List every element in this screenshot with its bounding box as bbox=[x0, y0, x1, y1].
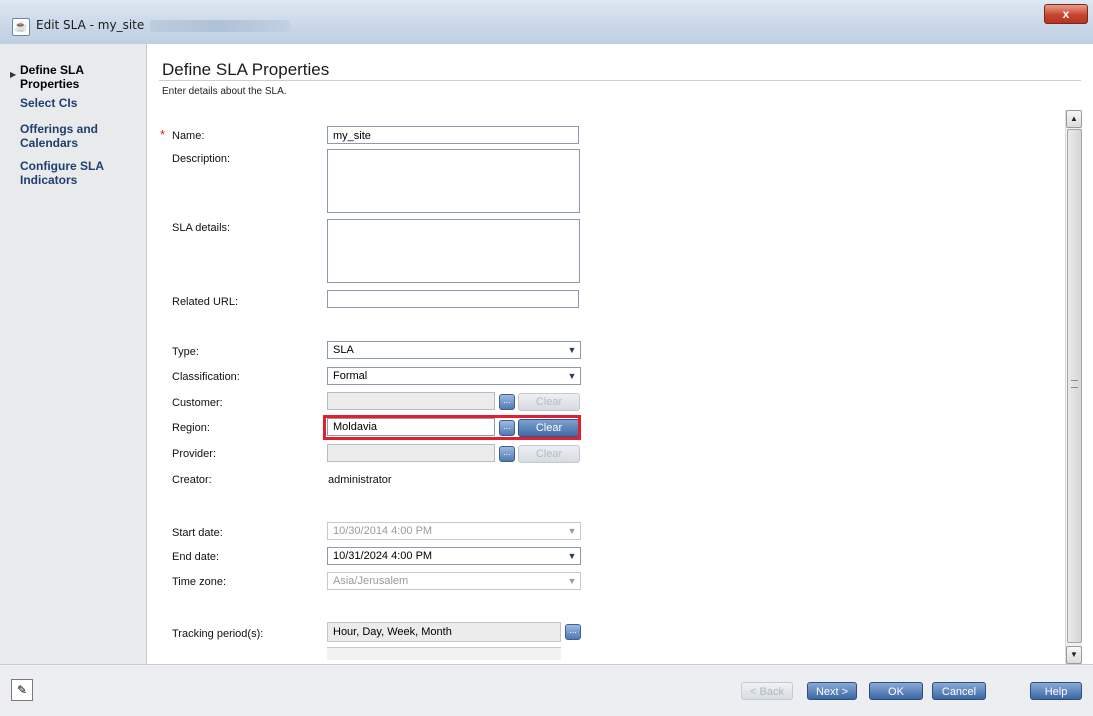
end-date-value: 10/31/2024 4:00 PM bbox=[333, 550, 433, 562]
end-date-label: End date: bbox=[172, 551, 220, 563]
customer-browse-button[interactable]: ... bbox=[499, 394, 515, 410]
provider-clear-button[interactable]: Clear bbox=[518, 445, 580, 463]
required-marker: * bbox=[160, 127, 166, 142]
chevron-down-icon: ▼ bbox=[567, 526, 577, 536]
title-divider bbox=[159, 80, 1081, 81]
customer-field bbox=[327, 392, 495, 410]
java-app-icon: ☕ bbox=[12, 18, 30, 36]
sidebar-item-label-line1: Define SLA bbox=[20, 63, 85, 77]
sidebar-item-offerings-and-calendars[interactable]: Offerings and Calendars bbox=[20, 122, 98, 150]
sidebar-item-label-line2: Properties bbox=[20, 77, 80, 91]
close-button[interactable]: x bbox=[1044, 4, 1088, 24]
start-date-select: 10/30/2014 4:00 PM ▼ bbox=[327, 522, 581, 540]
sidebar-item-label-line1: Configure SLA bbox=[20, 159, 104, 173]
ok-button[interactable]: OK bbox=[869, 682, 923, 700]
creator-value: administrator bbox=[328, 474, 392, 486]
page-title: Define SLA Properties bbox=[162, 60, 330, 79]
description-label: Description: bbox=[172, 153, 231, 165]
name-label: Name: bbox=[172, 130, 205, 142]
back-button[interactable]: < Back bbox=[741, 682, 793, 700]
provider-browse-button[interactable]: ... bbox=[499, 446, 515, 462]
help-button[interactable]: Help bbox=[1030, 682, 1082, 700]
customer-clear-button[interactable]: Clear bbox=[518, 393, 580, 411]
name-field[interactable]: my_site bbox=[327, 126, 579, 144]
sla-details-field[interactable] bbox=[327, 219, 580, 283]
region-highlight-box bbox=[323, 415, 581, 440]
scroll-down-icon[interactable]: ▼ bbox=[1066, 646, 1082, 664]
type-select-value: SLA bbox=[333, 344, 354, 356]
time-zone-value: Asia/Jerusalem bbox=[333, 575, 409, 587]
start-date-value: 10/30/2014 4:00 PM bbox=[333, 525, 433, 537]
tracking-periods-browse-button[interactable]: ... bbox=[565, 624, 581, 640]
window-titlebar: ☕ Edit SLA - my_site x bbox=[0, 0, 1093, 45]
chevron-down-icon: ▼ bbox=[567, 551, 577, 561]
chevron-down-icon: ▼ bbox=[567, 345, 577, 355]
classification-select-value: Formal bbox=[333, 370, 368, 382]
wizard-footer: ✎ < Back Next > OK Cancel Help bbox=[0, 664, 1093, 716]
sidebar-item-configure-sla-indicators[interactable]: Configure SLA Indicators bbox=[20, 159, 104, 187]
related-url-field[interactable] bbox=[327, 290, 579, 308]
tracking-periods-label: Tracking period(s): bbox=[172, 628, 264, 640]
wizard-sidebar: ▶ Define SLA Properties Select CIs Offer… bbox=[0, 44, 147, 664]
creator-label: Creator: bbox=[172, 474, 212, 486]
grip-icon bbox=[1071, 380, 1078, 388]
end-date-select[interactable]: 10/31/2024 4:00 PM ▼ bbox=[327, 547, 581, 565]
tracking-periods-field: Hour, Day, Week, Month bbox=[327, 622, 561, 642]
sidebar-item-label-line1: Offerings and bbox=[20, 122, 99, 136]
related-url-label: Related URL: bbox=[172, 296, 239, 308]
main-panel: Define SLA Properties Enter details abou… bbox=[147, 44, 1093, 664]
titlebar-background-blur bbox=[150, 20, 290, 32]
window-title: Edit SLA - my_site bbox=[36, 18, 145, 32]
region-label: Region: bbox=[172, 422, 210, 434]
scroll-up-icon[interactable]: ▲ bbox=[1066, 110, 1082, 128]
chevron-down-icon: ▼ bbox=[567, 371, 577, 381]
sidebar-item-label-line1: Select CIs bbox=[20, 96, 78, 110]
classification-label: Classification: bbox=[172, 371, 240, 383]
sidebar-item-select-cis[interactable]: Select CIs bbox=[20, 96, 77, 110]
start-date-label: Start date: bbox=[172, 527, 223, 539]
edit-document-icon[interactable]: ✎ bbox=[11, 679, 33, 701]
tracking-periods-field-2 bbox=[327, 647, 561, 660]
type-label: Type: bbox=[172, 346, 199, 358]
provider-field bbox=[327, 444, 495, 462]
customer-label: Customer: bbox=[172, 397, 223, 409]
page-subtitle: Enter details about the SLA. bbox=[162, 86, 287, 97]
chevron-down-icon: ▼ bbox=[567, 576, 577, 586]
current-step-arrow-icon: ▶ bbox=[10, 70, 17, 79]
cancel-button[interactable]: Cancel bbox=[932, 682, 986, 700]
sla-details-label: SLA details: bbox=[172, 222, 231, 234]
time-zone-label: Time zone: bbox=[172, 576, 227, 588]
provider-label: Provider: bbox=[172, 448, 217, 460]
vertical-scrollbar[interactable]: ▲ ▼ bbox=[1065, 110, 1082, 664]
classification-select[interactable]: Formal ▼ bbox=[327, 367, 581, 385]
type-select[interactable]: SLA ▼ bbox=[327, 341, 581, 359]
sidebar-item-label-line2: Indicators bbox=[20, 173, 78, 187]
time-zone-select: Asia/Jerusalem ▼ bbox=[327, 572, 581, 590]
sidebar-item-define-sla-properties[interactable]: Define SLA Properties bbox=[20, 63, 84, 91]
next-button[interactable]: Next > bbox=[807, 682, 857, 700]
scrollbar-thumb[interactable] bbox=[1067, 129, 1082, 643]
description-field[interactable] bbox=[327, 149, 580, 213]
sidebar-item-label-line2: Calendars bbox=[20, 136, 79, 150]
